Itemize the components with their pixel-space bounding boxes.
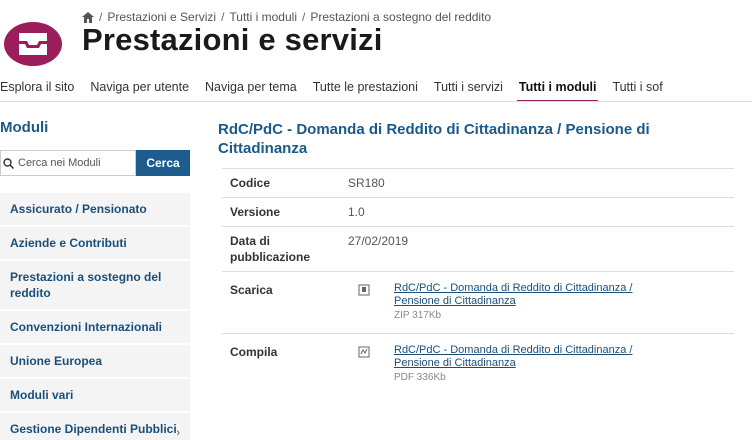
search-field[interactable] [0,150,136,176]
versione-label: Versione [230,205,281,219]
nav-item-utente[interactable]: Naviga per utente [82,72,197,101]
main-nav: Esplora il sito Naviga per utente Naviga… [0,72,752,102]
search-icon [3,157,14,169]
download-file: RdC/PdC - Domanda di Reddito di Cittadin… [358,282,674,321]
sidebar-item-dipendenti-pubblici[interactable]: Gestione Dipendenti Pubblici › [0,413,190,440]
table-row: Versione 1.0 [222,198,734,227]
sidebar-item-aziende[interactable]: Aziende e Contributi [0,227,190,261]
compila-link[interactable]: RdC/PdC - Domanda di Reddito di Cittadin… [394,344,674,370]
nav-item-esplora[interactable]: Esplora il sito [0,72,82,101]
download-link[interactable]: RdC/PdC - Domanda di Reddito di Cittadin… [394,282,674,308]
table-row: Data di pubblicazione 27/02/2019 [222,227,734,272]
compila-file-size: PDF 336Kb [394,372,446,383]
sidebar-item-convenzioni[interactable]: Convenzioni Internazionali [0,311,190,345]
nav-item-tema[interactable]: Naviga per tema [197,72,305,101]
sidebar-title: Moduli [0,119,49,136]
sidebar-item-sostegno-reddito[interactable]: Prestazioni a sostegno del reddito [0,261,190,311]
home-icon[interactable] [82,11,94,23]
section-logo [4,22,62,66]
download-file-size: ZIP 317Kb [394,310,442,321]
sidebar-item-assicurato[interactable]: Assicurato / Pensionato [0,193,190,227]
codice-label: Codice [230,176,271,190]
module-title: RdC/PdC - Domanda di Reddito di Cittadin… [218,121,650,157]
table-row: Codice SR180 [222,168,734,198]
table-row: Scarica RdC/PdC - Domanda di Reddito di … [222,272,734,334]
versione-value: 1.0 [348,205,365,219]
codice-value: SR180 [348,176,385,190]
module-info-table: Codice SR180 Versione 1.0 Data di pubbli… [222,168,734,395]
data-pubblicazione-value: 27/02/2019 [348,234,409,248]
page-title: Prestazioni e servizi [82,22,383,57]
nav-item-prestazioni[interactable]: Tutte le prestazioni [305,72,426,101]
module-detail: RdC/PdC - Domanda di Reddito di Cittadin… [218,120,738,395]
search-bar: Cerca [0,150,190,176]
nav-item-servizi[interactable]: Tutti i servizi [426,72,511,101]
sidebar-item-moduli-vari[interactable]: Moduli vari [0,379,190,413]
search-input[interactable] [18,157,130,169]
table-row: Compila RdC/PdC - Domanda di Reddito di … [222,334,734,395]
chevron-right-icon: › [176,427,180,439]
nav-item-moduli[interactable]: Tutti i moduli [511,72,605,101]
compila-label: Compila [230,345,278,359]
inbox-tray-icon [19,33,47,55]
search-button[interactable]: Cerca [136,150,190,176]
pdf-file-icon [358,346,370,358]
fillable-file: RdC/PdC - Domanda di Reddito di Cittadin… [358,344,674,383]
zip-file-icon [358,284,370,296]
data-pubblicazione-label: Data di pubblicazione [230,234,311,264]
nav-item-software[interactable]: Tutti i sof [604,72,670,101]
sidebar-item-unione-europea[interactable]: Unione Europea [0,345,190,379]
sidebar-item-label: Gestione Dipendenti Pubblici [10,422,177,436]
scarica-label: Scarica [230,283,273,297]
sidebar-list: Assicurato / Pensionato Aziende e Contri… [0,193,190,440]
